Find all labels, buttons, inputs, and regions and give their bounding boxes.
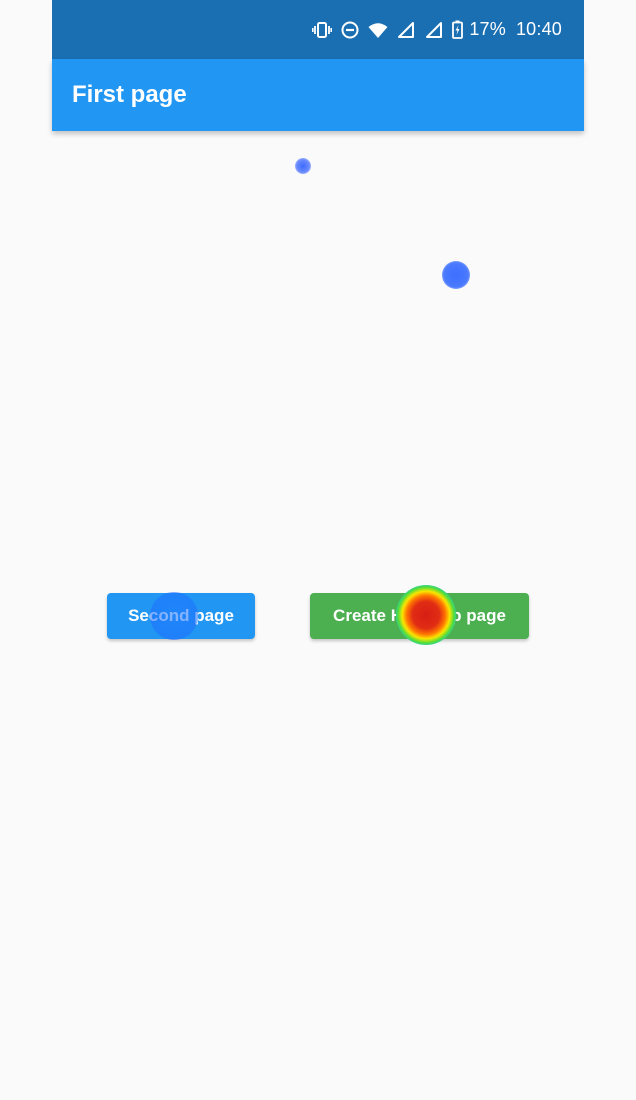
heat-spot-small [295, 158, 311, 174]
page-title: First page [72, 81, 187, 108]
vibrate-icon [311, 19, 333, 41]
battery-charging-icon [451, 19, 463, 41]
do-not-disturb-icon [339, 19, 361, 41]
wifi-icon [367, 19, 389, 41]
app-bar: First page [52, 59, 584, 131]
create-heatmap-page-button[interactable]: Create HeatMap page [310, 593, 529, 639]
status-bar: 17% 10:40 [52, 0, 584, 59]
battery-percent: 17% [469, 19, 506, 39]
heat-spot-medium [442, 261, 470, 289]
page-content: Second page Create HeatMap page [52, 131, 584, 1100]
cell-signal-icon [395, 19, 417, 41]
phone-screen: 17% 10:40 First page Second page Create … [52, 0, 584, 1100]
second-page-button[interactable]: Second page [107, 593, 255, 639]
cell-signal-icon [423, 19, 445, 41]
clock: 10:40 [515, 19, 562, 39]
status-icons: 17% 10:40 [311, 0, 562, 59]
